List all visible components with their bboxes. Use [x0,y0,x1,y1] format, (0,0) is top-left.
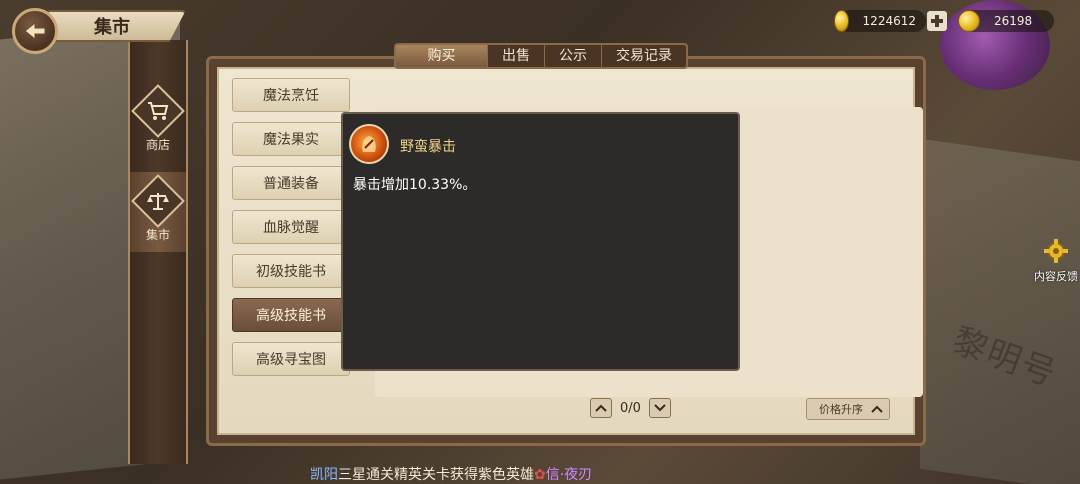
tab-announcement[interactable]: 公示 [545,45,602,67]
flower-icon: ✿ [534,467,546,483]
nav-market-frame [131,173,185,228]
category-advanced-skill-book[interactable]: 高级技能书 [232,298,350,332]
category-list: 魔法烹饪 魔法果实 普通装备 血脉觉醒 初级技能书 高级技能书 高级寻宝图 [232,78,356,386]
sort-price-button[interactable]: 价格升序 [806,398,890,420]
page-title: 集市 [94,17,130,38]
tab-bar: 购买 出售 公示 交易记录 [394,43,688,69]
shopping-cart-icon [148,101,169,120]
skill-description: 暴击增加10.33%。 [353,177,477,193]
skill-icon [349,124,389,164]
skill-tooltip: 野蛮暴击 暴击增加10.33%。 [341,112,740,371]
ticker-player[interactable]: 凯阳 [310,467,338,483]
page-next-button[interactable] [648,398,671,418]
scales-icon [147,192,169,210]
title-plate: 集市 [46,10,186,42]
category-bloodline-awakening[interactable]: 血脉觉醒 [232,210,350,244]
chevron-down-icon [654,404,666,412]
category-magic-fruit[interactable]: 魔法果实 [232,122,350,156]
announcement-ticker: 凯阳三星通关精英关卡获得紫色英雄✿信·夜刃 [310,464,592,484]
pagination: 0/0 [590,398,671,418]
diamond-amount: 26198 [994,14,1033,28]
nav-shop-frame [131,83,185,138]
page-prev-button[interactable] [590,398,612,418]
category-magic-cooking[interactable]: 魔法烹饪 [232,78,350,112]
nav-shop-label: 商店 [145,137,170,152]
add-currency-button[interactable] [927,11,947,31]
background-paper-right [920,138,1080,484]
ticker-hero[interactable]: 信·夜刃 [546,467,592,483]
category-basic-skill-book[interactable]: 初级技能书 [232,254,350,288]
tab-buy[interactable]: 购买 [396,45,488,67]
nav-market[interactable]: 集市 [130,172,186,252]
gear-icon [1044,239,1068,263]
feedback-button[interactable]: 内容反馈 [1032,238,1080,284]
plus-icon [931,15,943,27]
feedback-label: 内容反馈 [1034,270,1078,283]
diamond-currency: 26198 [958,10,1054,32]
page-indicator: 0/0 [620,400,641,416]
gold-amount: 1224612 [862,14,916,28]
tab-trade-history[interactable]: 交易记录 [602,45,686,67]
nav-market-label: 集市 [145,227,170,242]
gold-currency: 1224612 [834,10,926,32]
fist-icon [362,136,376,152]
skill-name: 野蛮暴击 [400,139,456,155]
tab-sell[interactable]: 出售 [488,45,545,67]
left-rail: 商店 集市 [128,40,188,464]
chevron-up-icon [595,404,607,412]
gold-coin-icon [834,10,849,32]
nav-shop[interactable]: 商店 [130,83,186,158]
ticker-message: 三星通关精英关卡获得紫色英雄 [338,467,534,483]
category-normal-equipment[interactable]: 普通装备 [232,166,350,200]
category-advanced-treasure-map[interactable]: 高级寻宝图 [232,342,350,376]
sort-label: 价格升序 [819,403,863,416]
diamond-coin-icon [958,10,980,32]
back-button[interactable] [12,8,58,54]
back-arrow-icon [24,21,46,41]
chevron-up-icon [871,405,883,413]
